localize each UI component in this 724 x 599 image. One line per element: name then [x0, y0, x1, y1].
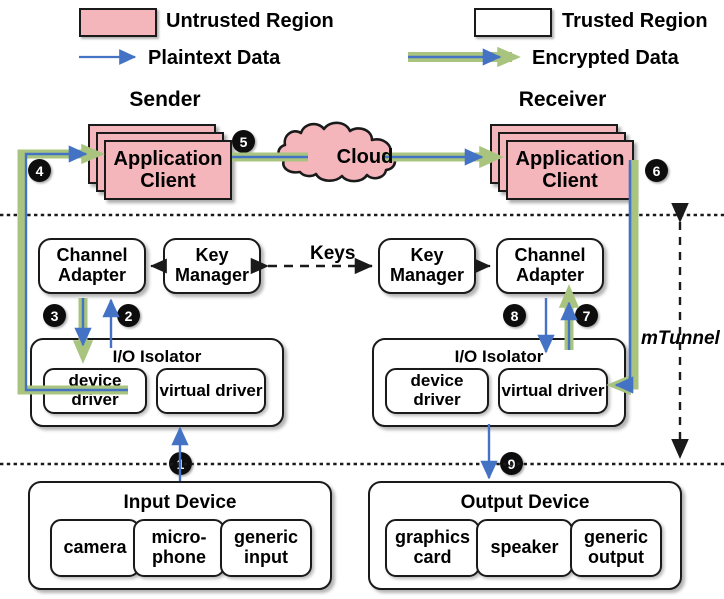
- connector-layer: [0, 46, 724, 481]
- arrow-7-encrypted: [558, 284, 580, 350]
- arrow-6-encrypted: [606, 160, 639, 396]
- arrow-3-encrypted: [72, 298, 94, 364]
- diagram-canvas: Untrusted Region Trusted Region Plaintex…: [0, 0, 724, 599]
- arrow-4-encrypted: [17, 143, 128, 395]
- cloud-node: Cloud: [300, 140, 430, 174]
- cloud-label: Cloud: [336, 146, 394, 168]
- legend-arrow-encrypted-icon: [408, 46, 521, 68]
